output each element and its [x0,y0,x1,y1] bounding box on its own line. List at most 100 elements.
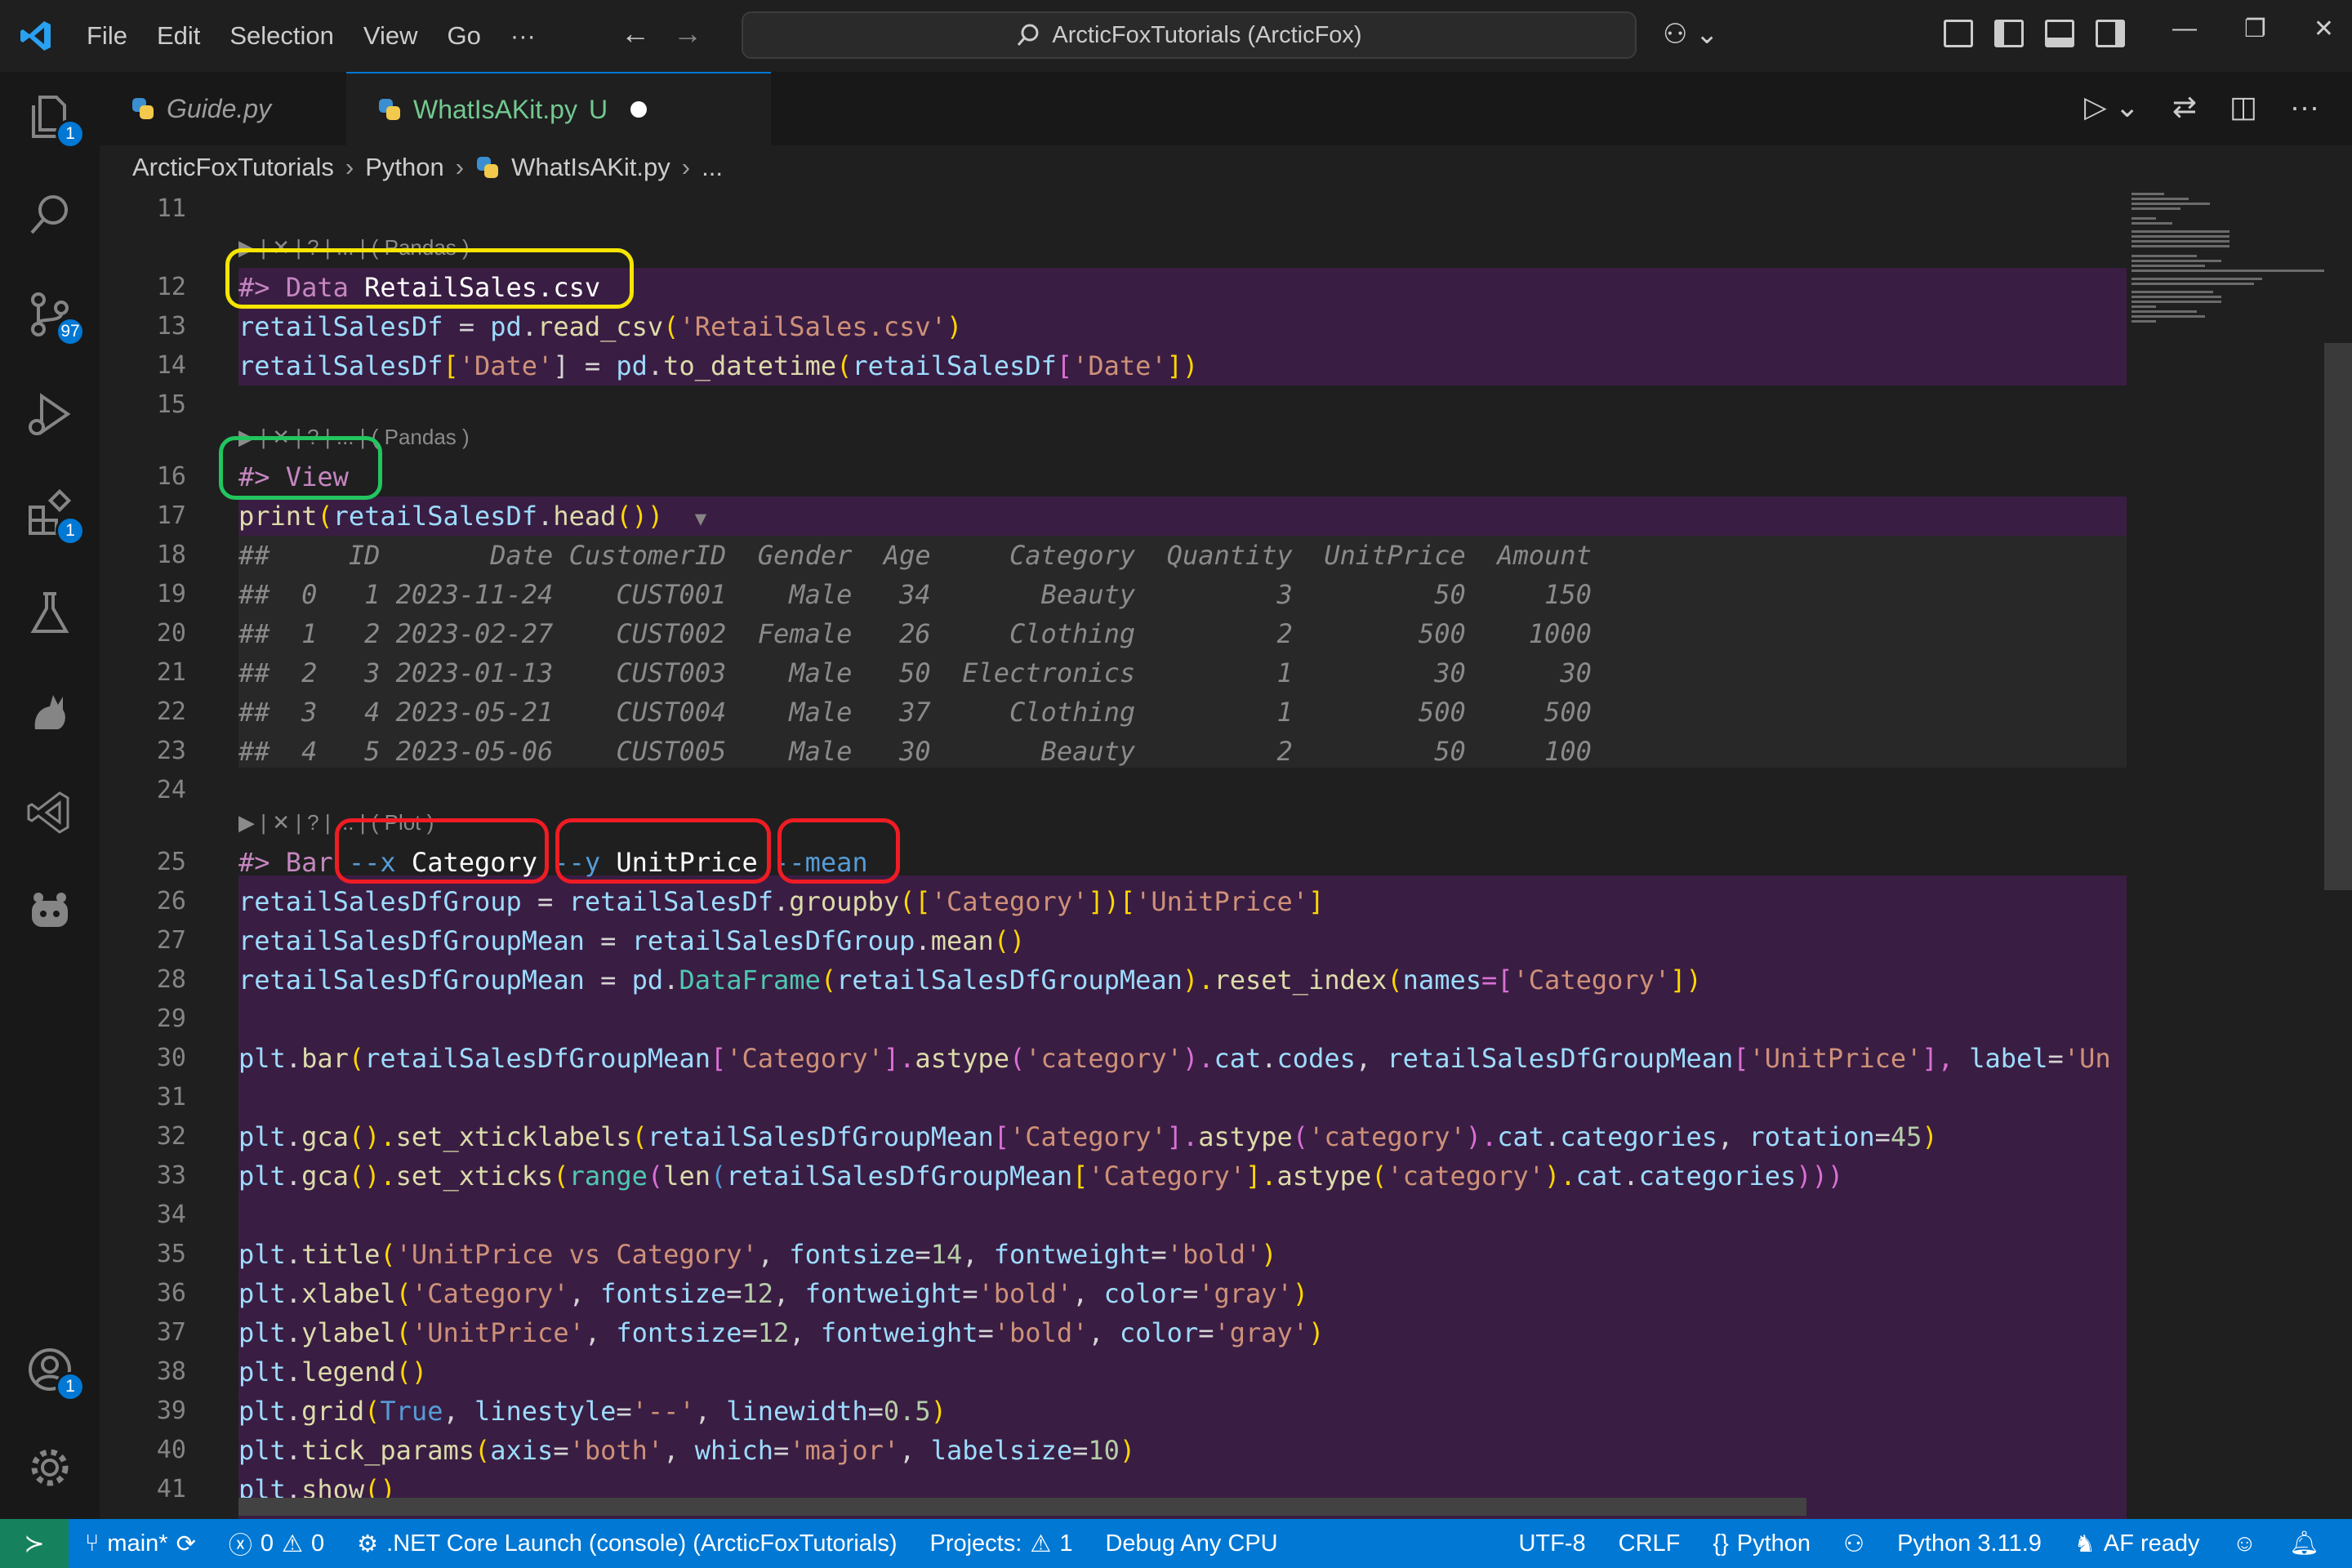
toggle-panel-icon[interactable] [2045,20,2074,47]
line-number: 21 [156,658,186,687]
line-number: 30 [156,1044,186,1072]
red-highlight-box [777,818,900,884]
command-center-search[interactable]: ArcticFoxTutorials (ArcticFox) [742,11,1637,59]
minimize-icon[interactable]: — [2172,15,2197,43]
code-line: plt.grid(True, linestyle='--', linewidth… [238,1396,947,1427]
toggle-secondary-sidebar-icon[interactable] [2096,20,2125,47]
line-number: 19 [156,580,186,608]
status-projects[interactable]: Projects: ⚠ 1 [913,1530,1089,1558]
run-debug-icon[interactable] [21,385,78,443]
remote-indicator-icon[interactable]: ≻ [0,1519,69,1568]
status-eol[interactable]: CRLF [1602,1530,1697,1557]
code-editor[interactable]: 11 12 13 14 15 16 17 18 19 20 21 22 23 2… [100,189,2352,1519]
menu-view[interactable]: View [349,0,433,72]
menu-file[interactable]: File [72,0,142,72]
output-line: ## 4 5 2023-05-06 CUST005 Male 30 Beauty… [238,736,1592,767]
status-encoding[interactable]: UTF-8 [1502,1530,1601,1557]
search-icon[interactable] [21,186,78,243]
minimap[interactable] [2128,189,2324,336]
toggle-primary-sidebar-icon[interactable] [1994,20,2024,47]
code-line: plt.ylabel('UnitPrice', fontsize=12, fon… [238,1317,1325,1348]
split-editor-icon[interactable]: ◫ [2230,90,2257,124]
close-icon[interactable]: ✕ [2314,15,2334,43]
breadcrumb: ArcticFoxTutorials › Python › WhatIsAKit… [100,145,2352,189]
breadcrumb-folder[interactable]: Python [365,153,444,182]
arctic-fox-extension-icon[interactable] [21,684,78,742]
feedback-icon[interactable]: ☺ [2216,1530,2274,1557]
tab-guide-py[interactable]: Guide.py [100,72,345,145]
line-number: 15 [156,390,186,419]
python-file-icon [377,97,402,122]
status-language[interactable]: {} Python [1696,1530,1827,1557]
source-control-icon[interactable]: 97 [21,286,85,346]
menu-selection[interactable]: Selection [215,0,349,72]
menu-go[interactable]: Go [433,0,496,72]
editor-actions: ▷ ⌄ ⇄ ◫ ··· [2084,90,2319,124]
line-number: 33 [156,1161,186,1190]
testing-icon[interactable] [21,585,78,642]
back-arrow-icon[interactable]: ← [621,16,650,51]
line-number: 40 [156,1436,186,1464]
layout-controls [1944,20,2125,47]
customize-layout-icon[interactable] [1944,20,1973,47]
restore-icon[interactable]: ❐ [2244,15,2266,43]
status-branch[interactable]: ⑂ main* ⟳ [69,1530,212,1558]
tab-whatisakit-py[interactable]: WhatIsAKit.py U [346,72,771,145]
line-number: 13 [156,312,186,341]
line-number: 14 [156,351,186,380]
settings-gear-icon[interactable] [21,1439,78,1496]
code-line: retailSalesDfGroupMean = pd.DataFrame(re… [238,964,1702,996]
compare-changes-icon[interactable]: ⇄ [2172,90,2197,124]
breadcrumb-file[interactable]: WhatIsAKit.py [511,153,670,182]
vertical-scrollbar[interactable] [2324,343,2352,890]
code-line: plt.tick_params(axis='both', which='majo… [238,1435,1136,1466]
horizontal-scrollbar[interactable] [238,1498,1806,1516]
code-line: plt.xlabel('Category', fontsize=12, font… [238,1278,1309,1309]
line-number: 25 [156,848,186,876]
line-number: 28 [156,965,186,994]
unsaved-dot-icon[interactable] [630,101,648,118]
line-number: 31 [156,1083,186,1111]
visual-studio-icon[interactable] [21,784,78,841]
code-line: retailSalesDfGroupMean = retailSalesDfGr… [238,925,1026,956]
copilot-icon[interactable]: ⚇ ⌄ [1663,18,1718,51]
output-line: ## 3 4 2023-05-21 CUST004 Male 37 Clothi… [238,697,1592,728]
output-line: ## 2 3 2023-01-13 CUST003 Male 50 Electr… [238,657,1592,688]
warning-icon: ⚠ [282,1530,304,1557]
code-line: plt.title('UnitPrice vs Category', fonts… [238,1239,1277,1270]
line-number: 18 [156,541,186,569]
menu-edit[interactable]: Edit [142,0,215,72]
chevron-right-icon: › [345,153,354,181]
branch-icon: ⑂ [85,1530,100,1557]
status-launch-config[interactable]: ⚙ .NET Core Launch (console) (ArcticFoxTu… [341,1530,913,1558]
explorer-icon[interactable]: 1 [21,88,85,149]
code-line: #> Bar --x Category --y UnitPrice --mean [238,847,868,878]
status-af-ready[interactable]: ♞ AF ready [2058,1530,2216,1558]
status-problems[interactable]: ⓧ 0 ⚠ 0 [212,1526,341,1561]
extensions-icon[interactable]: 1 [21,485,85,546]
line-number: 12 [156,273,186,301]
copilot-chat-icon[interactable] [21,884,78,941]
line-number: 26 [156,887,186,915]
menu-more[interactable]: ··· [496,0,550,72]
output-line: ## ID Date CustomerID Gender Age Categor… [238,540,1592,571]
editor-tab-bar: Guide.py WhatIsAKit.py U ▷ ⌄ ⇄ ◫ ··· [100,72,2352,145]
status-debug-config[interactable]: Debug Any CPU [1089,1530,1294,1557]
code-line: retailSalesDfGroup = retailSalesDf.group… [238,886,1325,917]
chevron-right-icon: › [455,153,465,181]
breadcrumb-root[interactable]: ArcticFoxTutorials [132,153,334,182]
more-actions-icon[interactable]: ··· [2290,90,2319,124]
accounts-icon[interactable]: 1 [21,1341,85,1401]
error-icon: ⓧ [228,1533,252,1559]
python-file-icon [131,96,155,121]
line-number: 17 [156,501,186,530]
copilot-status-icon[interactable]: ⚇ [1827,1530,1881,1558]
search-text: ArcticFoxTutorials (ArcticFox) [1052,21,1362,48]
forward-arrow-icon[interactable]: → [673,16,702,51]
tab-untracked-status: U [588,94,608,124]
status-interpreter[interactable]: Python 3.11.9 [1881,1530,2058,1557]
notifications-bell-icon[interactable]: 🔔︎ [2273,1530,2336,1557]
run-file-icon[interactable]: ▷ ⌄ [2084,90,2140,124]
breadcrumb-more[interactable]: ... [702,153,723,182]
fold-output-icon[interactable]: ▼ [695,507,706,530]
